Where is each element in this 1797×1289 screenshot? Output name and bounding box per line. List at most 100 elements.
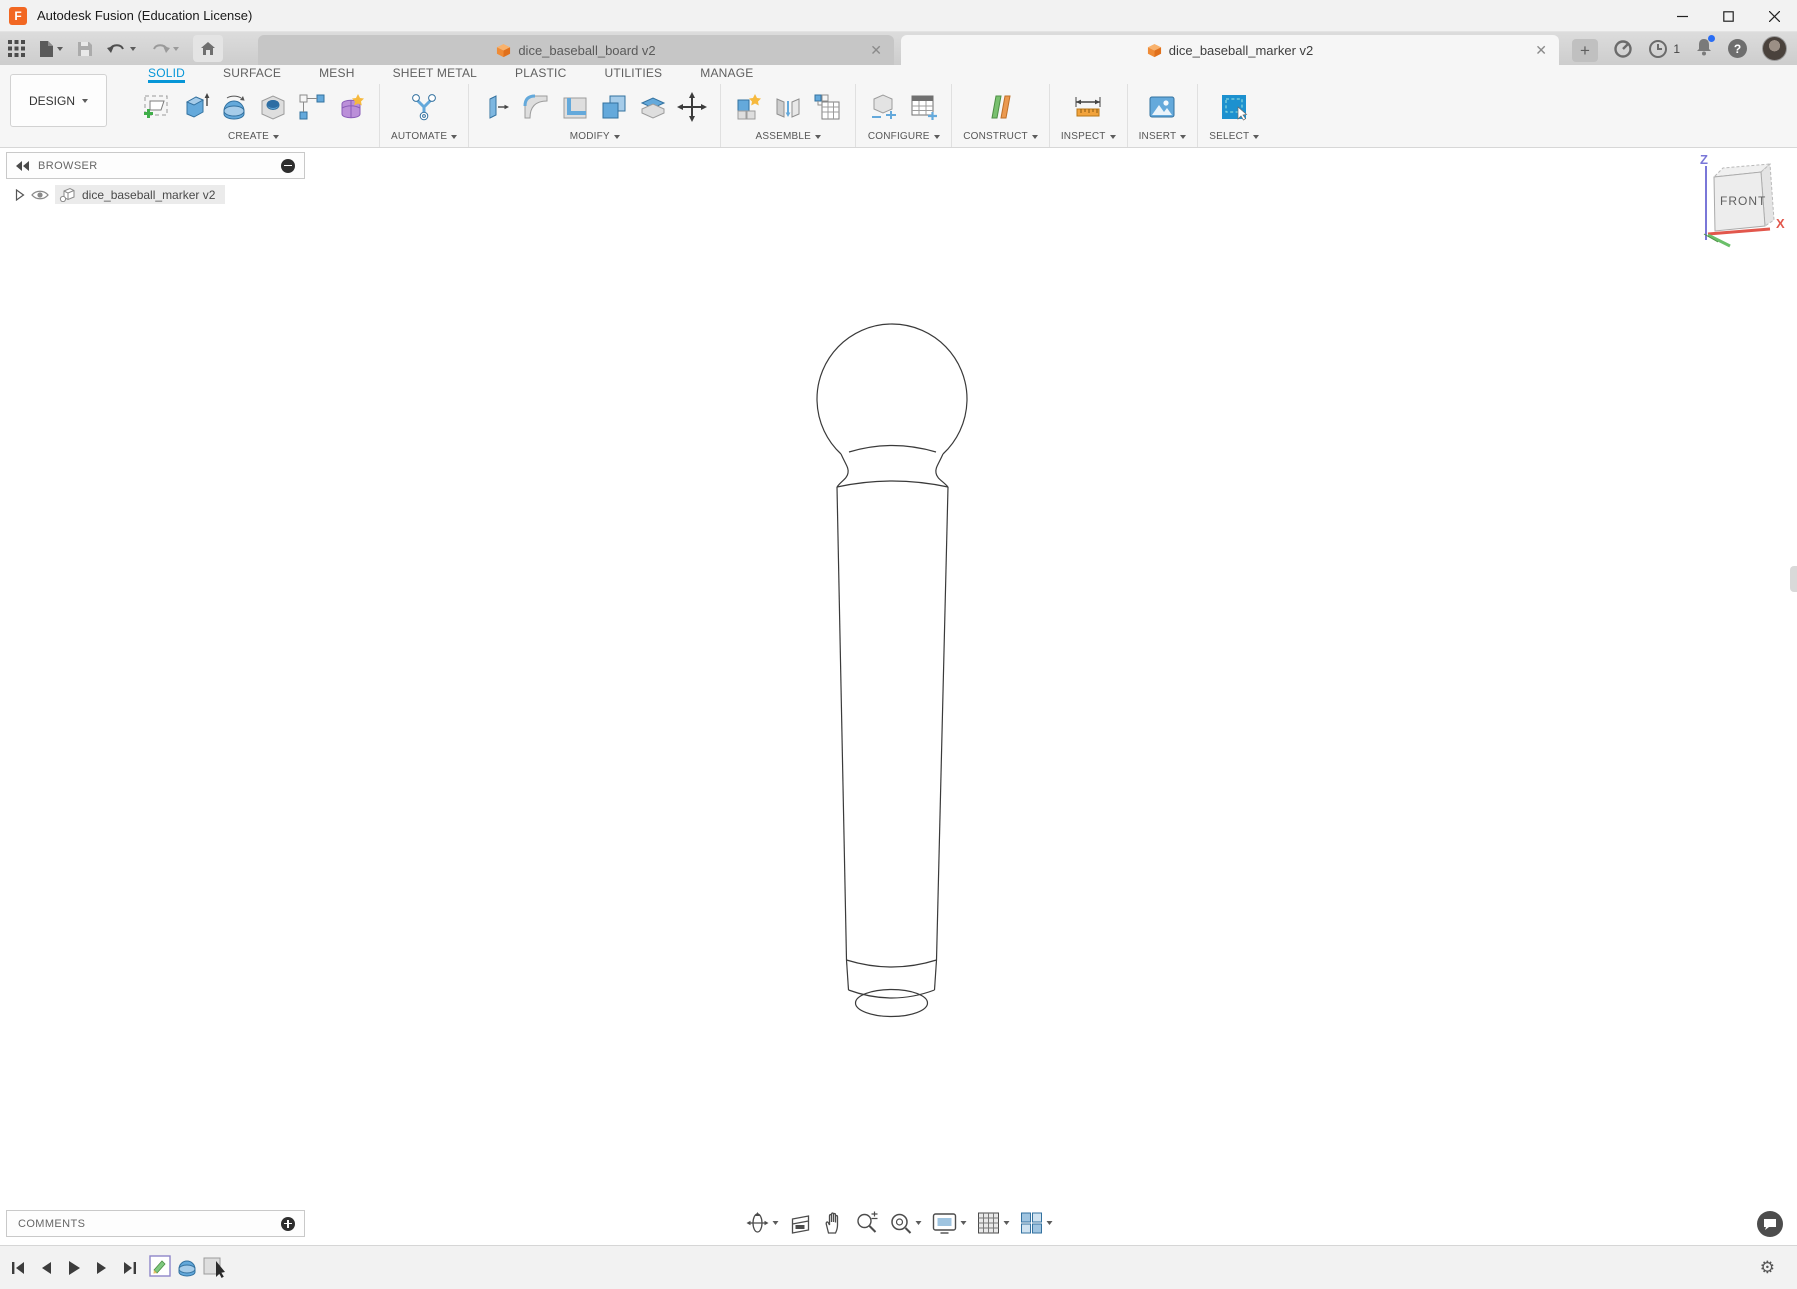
job-status-icon[interactable] [1613,39,1633,59]
fit-button[interactable] [888,1211,921,1235]
tab-dice-baseball-board[interactable]: dice_baseball_board v2 ✕ [258,35,894,65]
marker-body-model[interactable] [0,148,1797,1245]
viewports-icon [1019,1211,1043,1235]
skip-end-icon [123,1261,137,1275]
notifications-button[interactable] [1695,37,1713,61]
create-form-button[interactable] [334,87,368,127]
feedback-button[interactable] [1757,1211,1783,1237]
revolve-button[interactable] [217,87,251,127]
viewcube[interactable]: Z FRONT X [1648,150,1793,260]
insert-image-icon [1147,92,1177,122]
undo-button[interactable] [107,41,136,57]
construct-menu[interactable]: CONSTRUCT [963,131,1038,142]
measure-button[interactable] [1071,87,1105,127]
look-at-icon [788,1212,812,1234]
timeline-marker-handle[interactable] [202,1253,226,1284]
viewport-canvas[interactable]: BROWSER dice_baseball_marker [0,148,1797,1245]
automate-menu[interactable]: AUTOMATE [391,131,457,142]
file-menu-button[interactable] [39,40,63,58]
step-back-button[interactable] [36,1257,56,1279]
tab-sheet-metal[interactable]: SHEET METAL [393,66,477,83]
help-button[interactable]: ? [1728,39,1747,58]
tab-manage[interactable]: MANAGE [700,66,753,83]
tab-mesh[interactable]: MESH [319,66,354,83]
home-icon [200,41,216,56]
select-menu[interactable]: SELECT [1209,131,1259,142]
move-copy-button[interactable] [675,87,709,127]
step-forward-button[interactable] [92,1257,112,1279]
pan-button[interactable] [822,1211,844,1235]
new-tab-button[interactable]: + [1572,39,1598,62]
grid-snaps-button[interactable] [976,1211,1009,1235]
shell-button[interactable] [558,87,592,127]
comments-expand-button[interactable] [281,1217,295,1231]
hole-button[interactable] [256,87,290,127]
browser-root-item[interactable]: dice_baseball_marker v2 [6,183,305,206]
combine-button[interactable] [597,87,631,127]
version-clock-icon[interactable] [1648,39,1668,59]
home-view-button[interactable] [193,35,223,62]
visibility-eye-icon[interactable] [31,189,49,201]
create-sketch-button[interactable] [139,87,173,127]
minimize-button[interactable] [1659,0,1705,32]
combine-icon [599,92,629,122]
browser-item-row[interactable]: dice_baseball_marker v2 [55,185,225,204]
press-pull-icon [482,92,512,122]
close-window-button[interactable] [1751,0,1797,32]
insert-menu[interactable]: INSERT [1139,131,1187,142]
fillet-button[interactable] [519,87,553,127]
browser-collapse-button[interactable] [281,159,295,173]
viewports-button[interactable] [1019,1211,1052,1235]
inspect-menu[interactable]: INSPECT [1061,131,1116,142]
expand-arrow-icon[interactable] [15,189,25,201]
tab-label: dice_baseball_board v2 [518,43,655,58]
insert-button[interactable] [1145,87,1179,127]
save-button[interactable] [77,41,93,57]
app-grid-button[interactable] [8,40,25,57]
press-pull-button[interactable] [480,87,514,127]
group-label-text: MODIFY [570,131,610,142]
tab-solid[interactable]: SOLID [148,66,185,83]
construct-plane-button[interactable] [984,87,1018,127]
select-button[interactable] [1217,87,1251,127]
redo-button[interactable] [150,41,179,57]
create-menu[interactable]: CREATE [228,131,279,142]
timeline-sketch-feature[interactable] [148,1253,172,1284]
joint-button[interactable] [771,87,805,127]
tab-plastic[interactable]: PLASTIC [515,66,566,83]
bom-table-button[interactable] [810,87,844,127]
tab-close-button[interactable]: ✕ [870,42,882,58]
split-body-button[interactable] [636,87,670,127]
go-to-end-button[interactable] [120,1257,140,1279]
automate-button[interactable] [407,87,441,127]
collapse-panel-icon[interactable] [16,161,30,171]
configuration-table-button[interactable] [906,87,940,127]
assemble-menu[interactable]: ASSEMBLE [755,131,821,142]
play-button[interactable] [64,1257,84,1279]
configuration-button[interactable] [867,87,901,127]
workspace-selector[interactable]: DESIGN [10,74,107,127]
display-settings-button[interactable] [931,1211,966,1235]
tab-dice-baseball-marker[interactable]: dice_baseball_marker v2 ✕ [901,35,1559,65]
browser-header[interactable]: BROWSER [6,152,305,179]
tab-utilities[interactable]: UTILITIES [604,66,662,83]
extrude-button[interactable] [178,87,212,127]
configure-menu[interactable]: CONFIGURE [868,131,940,142]
look-at-button[interactable] [788,1212,812,1234]
tab-close-button[interactable]: ✕ [1535,42,1547,58]
tab-surface[interactable]: SURFACE [223,66,281,83]
zoom-button[interactable] [854,1211,878,1235]
timeline-marker-icon [202,1253,226,1279]
timeline-revolve-feature[interactable] [175,1253,199,1284]
pattern-button[interactable] [295,87,329,127]
comments-header[interactable]: COMMENTS [6,1210,305,1237]
modify-menu[interactable]: MODIFY [570,131,620,142]
panel-edge-handle[interactable] [1790,566,1797,592]
maximize-button[interactable] [1705,0,1751,32]
go-to-start-button[interactable] [8,1257,28,1279]
orbit-button[interactable] [745,1211,778,1235]
timeline-settings-button[interactable]: ⚙ [1760,1246,1775,1289]
new-component-button[interactable] [732,87,766,127]
user-avatar[interactable] [1762,36,1787,61]
sketch-feature-icon [148,1253,172,1279]
